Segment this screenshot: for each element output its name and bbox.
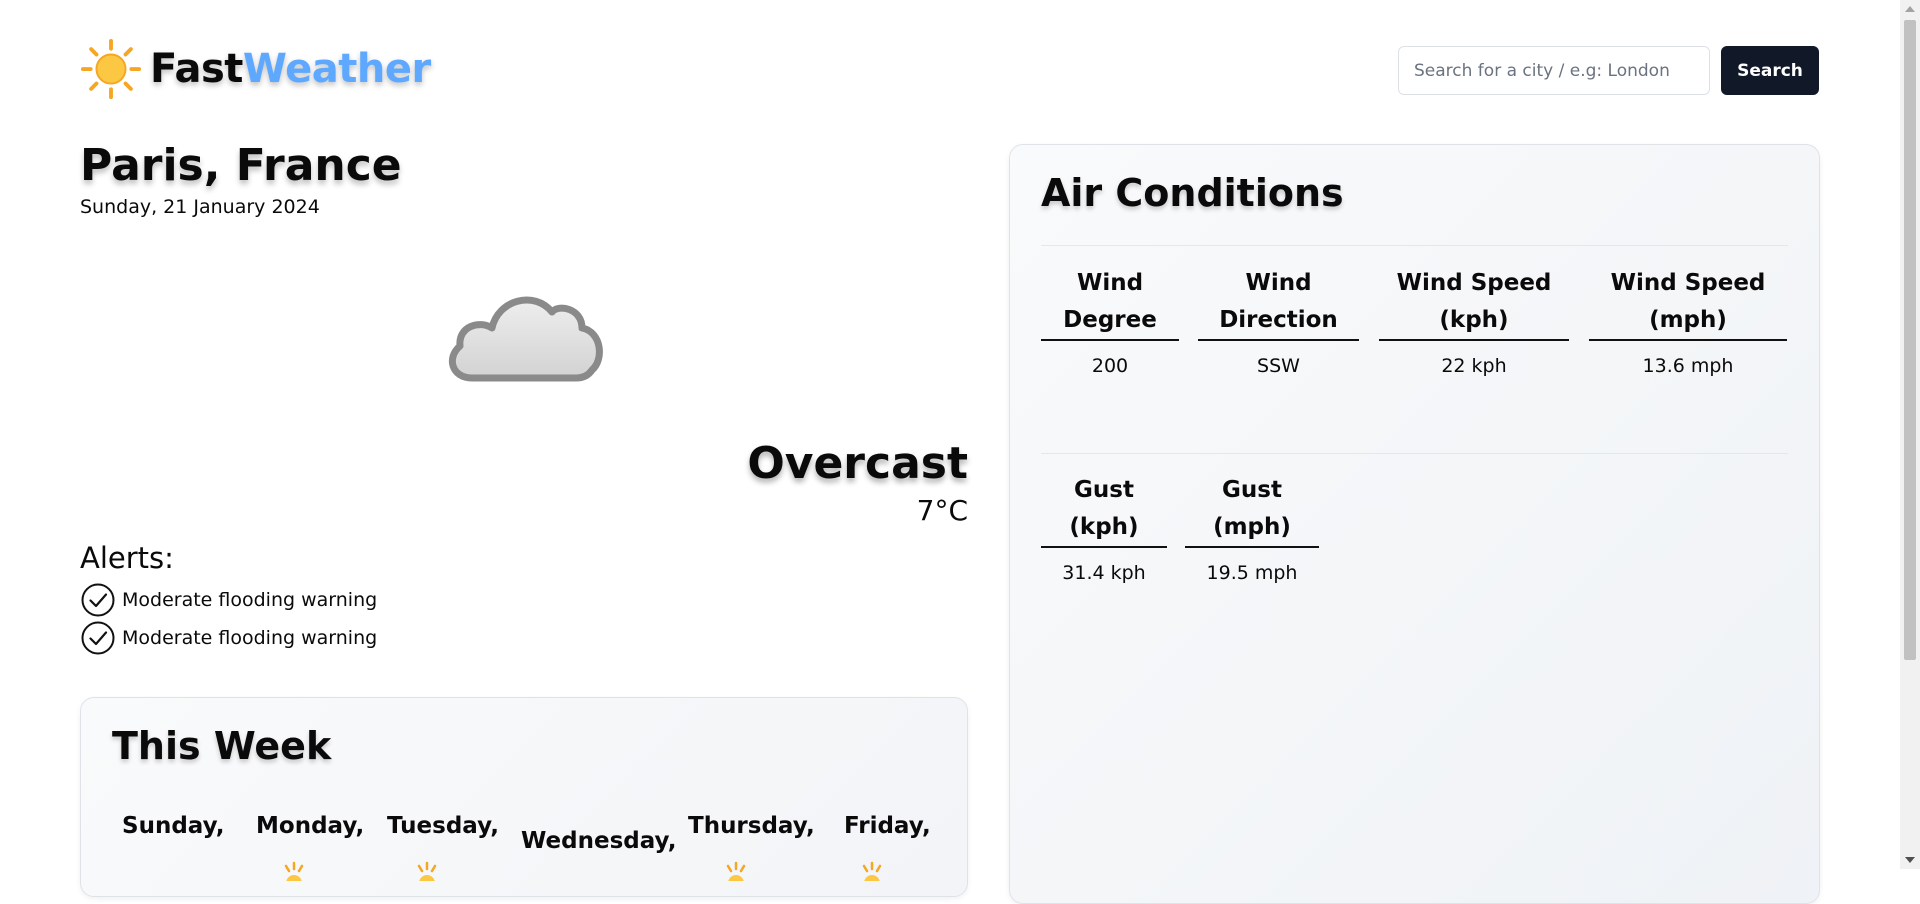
stat-label: Gust (kph) [1041, 472, 1167, 548]
alert-text: Moderate flooding warning [122, 627, 378, 649]
sun-icon [417, 861, 437, 881]
air-conditions-card: Air Conditions Wind Degree 200 Wind Direct… [1009, 144, 1820, 904]
cloud-icon [448, 296, 603, 382]
divider [1041, 245, 1788, 246]
gust-mph-stat: Gust (mph) 19.5 mph [1185, 472, 1319, 584]
wind-direction-stat: Wind Direction SSW [1198, 265, 1359, 377]
city-title: Paris, France [80, 140, 402, 191]
current-date: Sunday, 21 January 2024 [80, 196, 320, 218]
forecast-day: Sunday, [122, 813, 225, 839]
forecast-day: Monday, [256, 813, 365, 839]
this-week-card: This Week Sunday, Monday, Tuesday, Wedne… [80, 697, 968, 897]
this-week-title: This Week [112, 724, 332, 768]
weather-condition: Overcast [747, 438, 968, 489]
sun-icon [862, 861, 882, 881]
alert-item: Moderate flooding warning [80, 620, 377, 656]
brand-logo[interactable]: FastWeather [80, 38, 431, 100]
sun-icon [80, 38, 142, 100]
gust-kph-stat: Gust (kph) 31.4 kph [1041, 472, 1167, 584]
forecast-day: Tuesday, [387, 813, 500, 839]
wind-degree-stat: Wind Degree 200 [1041, 265, 1179, 377]
forecast-day: Wednesday, [521, 828, 677, 854]
temperature: 7°C [916, 494, 968, 527]
sun-icon [284, 861, 304, 881]
forecast-day: Friday, [844, 813, 931, 839]
divider [1041, 453, 1788, 454]
page: FastWeather Search Paris, France Sunday,… [80, 0, 1820, 904]
scroll-up-arrow-icon[interactable] [1905, 6, 1915, 12]
vertical-scrollbar[interactable] [1900, 0, 1920, 869]
brand-name-part1: Fast [150, 46, 243, 92]
air-conditions-title: Air Conditions [1041, 171, 1344, 215]
forecast-day: Thursday, [688, 813, 815, 839]
wind-speed-kph-stat: Wind Speed (kph) 22 kph [1379, 265, 1569, 377]
stat-label: Wind Speed (mph) [1589, 265, 1787, 341]
stat-value: 200 [1091, 355, 1129, 377]
alert-item: Moderate flooding warning [80, 582, 377, 618]
stat-label: Gust (mph) [1185, 472, 1319, 548]
wind-speed-mph-stat: Wind Speed (mph) 13.6 mph [1589, 265, 1787, 377]
brand-name: FastWeather [150, 46, 431, 92]
alerts-title: Alerts: [80, 541, 174, 575]
sun-icon [726, 861, 746, 881]
stat-value: 31.4 kph [1062, 562, 1146, 584]
stat-label: Wind Degree [1041, 265, 1179, 341]
scroll-down-arrow-icon[interactable] [1905, 857, 1915, 863]
stat-label: Wind Speed (kph) [1379, 265, 1569, 341]
stat-value: SSW [1257, 355, 1300, 377]
brand-name-part2: Weather [242, 46, 431, 92]
search-input[interactable] [1398, 46, 1710, 95]
alert-text: Moderate flooding warning [122, 589, 378, 611]
stat-value: 13.6 mph [1642, 355, 1734, 377]
scroll-thumb[interactable] [1904, 20, 1916, 660]
search-button[interactable]: Search [1721, 46, 1819, 95]
stat-label: Wind Direction [1198, 265, 1359, 341]
check-circle-icon [81, 621, 115, 655]
stat-value: 19.5 mph [1206, 562, 1298, 584]
stat-value: 22 kph [1441, 355, 1507, 377]
check-circle-icon [81, 583, 115, 617]
